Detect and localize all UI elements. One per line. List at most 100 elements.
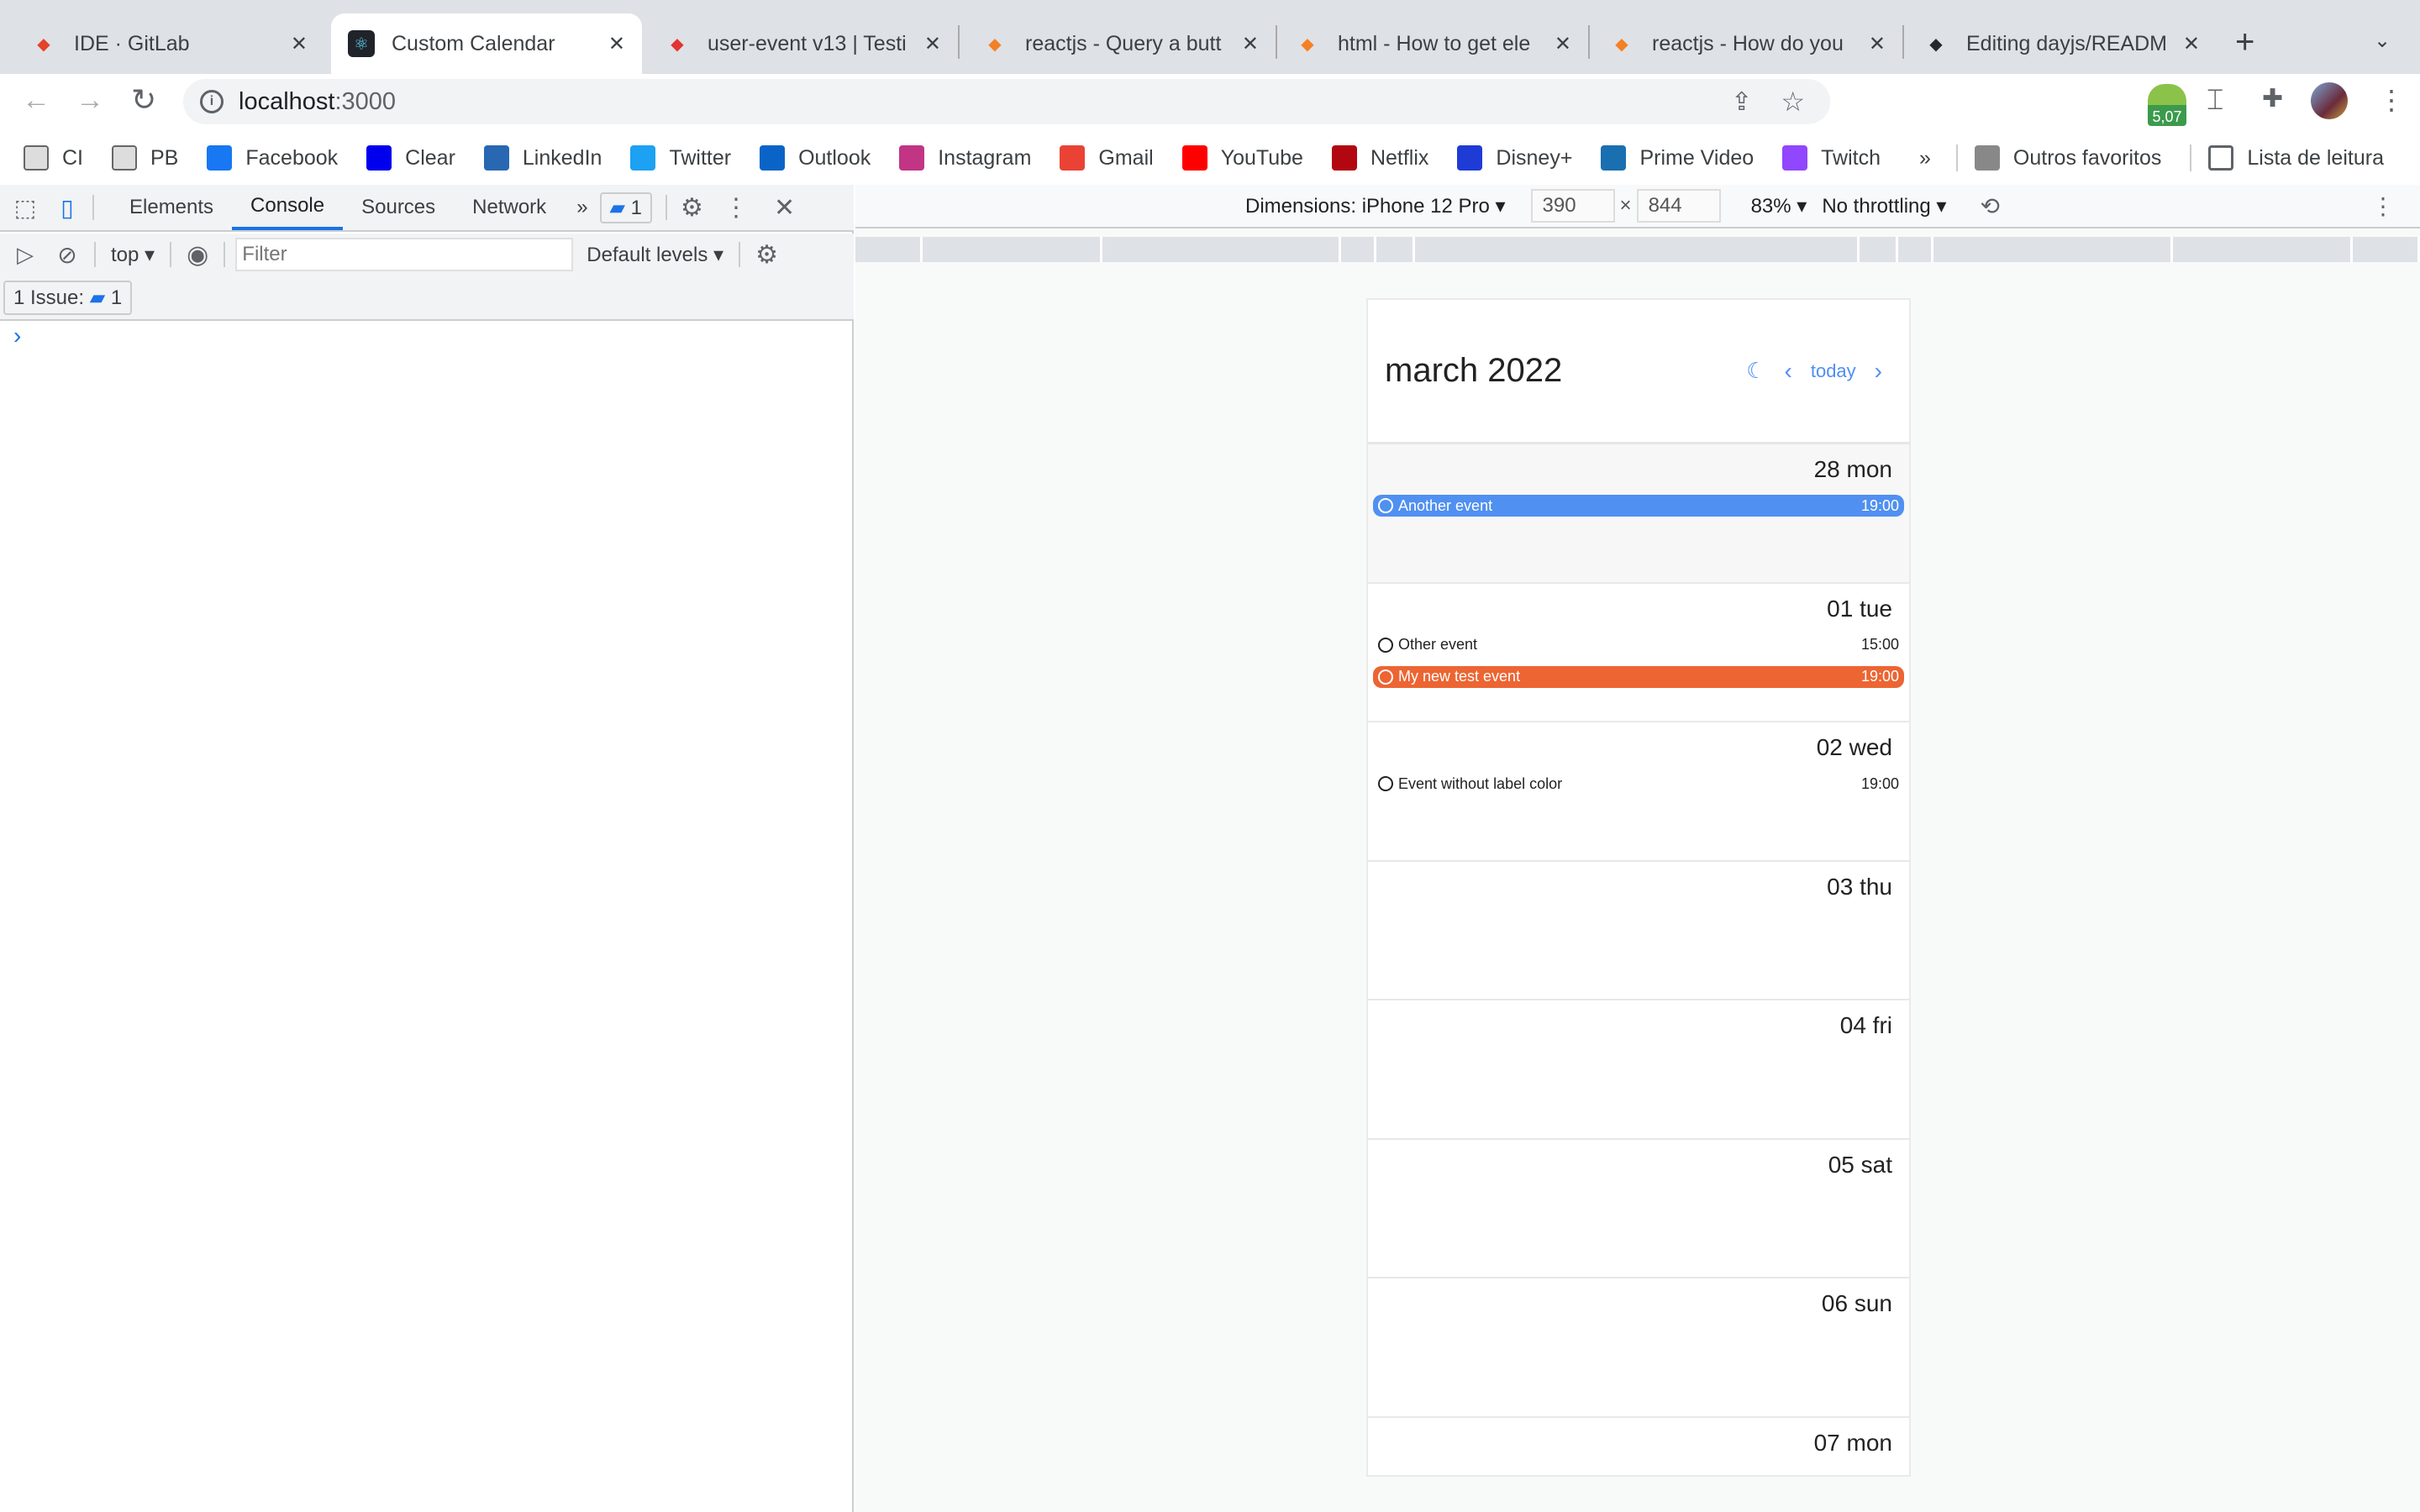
bookmark-instagram[interactable]: Instagram	[899, 145, 1031, 171]
today-button[interactable]: today	[1811, 360, 1856, 382]
devtools-tabs: Elements Console Sources Network	[111, 185, 565, 230]
event-item[interactable]: My new test event 19:00	[1373, 665, 1904, 688]
inspect-element-icon[interactable]: ⬚	[0, 194, 50, 222]
media-query-segment[interactable]	[1933, 237, 2173, 262]
media-query-segment[interactable]	[1341, 237, 1377, 262]
site-info-icon[interactable]: i	[200, 90, 224, 113]
bookmarks-overflow[interactable]: »	[1919, 146, 1931, 171]
media-query-segment[interactable]	[855, 237, 923, 262]
media-query-segment[interactable]	[2353, 237, 2420, 262]
other-bookmarks[interactable]: Outros favoritos	[1974, 145, 2161, 171]
device-selector[interactable]: Dimensions: iPhone 12 Pro ▾	[1245, 194, 1506, 218]
bookmark-label: YouTube	[1220, 145, 1303, 170]
media-query-segment[interactable]	[1859, 237, 1898, 262]
issues-link[interactable]: 1 Issue: ▰ 1	[3, 280, 133, 315]
browser-tab[interactable]: ◆ reactjs - Query a butt ✕	[965, 13, 1277, 74]
close-tab-icon[interactable]: ✕	[608, 32, 625, 56]
media-query-segment[interactable]	[2172, 237, 2354, 262]
browser-tab[interactable]: ⚛ Custom Calendar ✕	[331, 13, 642, 74]
bookmark-clear[interactable]: Clear	[366, 145, 455, 171]
zoom-selector[interactable]: 83% ▾	[1751, 194, 1807, 218]
bookmark-netflix[interactable]: Netflix	[1331, 145, 1429, 171]
event-item[interactable]: Other event 15:00	[1373, 634, 1904, 656]
new-tab-icon[interactable]: +	[2235, 24, 2254, 61]
media-query-segment[interactable]	[1897, 237, 1933, 262]
clear-console-icon[interactable]: ⊘	[50, 241, 84, 269]
previous-month-chevron-icon[interactable]: ‹	[1785, 358, 1792, 385]
menu-kebab-icon[interactable]: ⋮	[2378, 84, 2405, 116]
log-levels-dropdown[interactable]: Default levels ▾	[587, 243, 723, 267]
device-height-input[interactable]: 844	[1636, 189, 1721, 223]
console-filter-input[interactable]	[235, 238, 574, 271]
close-tab-icon[interactable]: ✕	[924, 32, 941, 56]
close-tab-icon[interactable]: ✕	[1242, 32, 1259, 56]
devtools-tab-sources[interactable]: Sources	[343, 185, 454, 230]
react-icon: ⚛	[348, 30, 375, 57]
context-selector[interactable]: top ▾	[111, 243, 155, 267]
live-expression-eye-icon[interactable]: ◉	[187, 240, 208, 270]
devtools-tab-elements[interactable]: Elements	[111, 185, 232, 230]
bookmark-outlook[interactable]: Outlook	[760, 145, 871, 171]
rotate-icon[interactable]: ⟲	[1980, 192, 1999, 220]
extension-badge[interactable]: 5,07	[2148, 84, 2186, 126]
close-tab-icon[interactable]: ✕	[1869, 32, 1886, 56]
bookmark-prime-video[interactable]: Prime Video	[1601, 145, 1754, 171]
next-month-chevron-icon[interactable]: ›	[1875, 358, 1882, 385]
event-item[interactable]: Event without label color 19:00	[1373, 773, 1904, 795]
reload-icon[interactable]: ↻	[131, 82, 156, 118]
bookmark-ci[interactable]: CI	[24, 145, 83, 171]
back-icon[interactable]: ←	[22, 84, 50, 117]
console-settings-icon[interactable]: ⚙	[755, 240, 778, 270]
address-bar[interactable]: i localhost:3000 ⇪ ☆	[183, 79, 1830, 124]
tab-search-chevron-icon[interactable]: ⌄	[2374, 29, 2391, 53]
day-label: 06 sun	[1821, 1290, 1892, 1316]
bookmark-twitch[interactable]: Twitch	[1782, 145, 1881, 171]
profile-avatar[interactable]	[2311, 82, 2348, 119]
browser-tab[interactable]: ◆ Editing dayjs/READM ✕	[1906, 13, 2217, 74]
more-tabs[interactable]: »	[576, 196, 587, 219]
devtools-menu-icon[interactable]: ⋮	[723, 193, 749, 223]
bookmark-youtube[interactable]: YouTube	[1181, 145, 1303, 171]
bookmark-star-icon[interactable]: ☆	[1781, 86, 1805, 118]
close-devtools-icon[interactable]: ✕	[774, 193, 795, 223]
throttling-selector[interactable]: No throttling ▾	[1822, 194, 1946, 218]
media-query-segment[interactable]	[922, 237, 1103, 262]
device-width-input[interactable]: 390	[1530, 189, 1615, 223]
share-icon[interactable]: ⇪	[1731, 87, 1752, 117]
close-tab-icon[interactable]: ✕	[2183, 32, 2200, 56]
issues-button[interactable]: ▰ 1	[599, 192, 653, 223]
device-menu-icon[interactable]: ⋮	[2371, 192, 2395, 220]
forward-icon[interactable]: →	[76, 84, 104, 117]
media-query-segment[interactable]	[1415, 237, 1860, 262]
tab-strip: ◆ IDE · GitLab ✕ ⚛ Custom Calendar ✕ ◆ user-eve…	[0, 0, 2420, 74]
event-item[interactable]: Another event 19:00	[1373, 495, 1904, 517]
bookmark-disney-[interactable]: Disney+	[1457, 145, 1572, 171]
bookmark-label: Netflix	[1370, 145, 1429, 170]
devtools-tab-console[interactable]: Console	[232, 185, 344, 230]
sidebar-toggle-icon[interactable]: ▷	[0, 242, 50, 268]
media-query-segment[interactable]	[1376, 237, 1416, 262]
device-toolbar-icon[interactable]: ▯	[50, 194, 84, 222]
bookmark-gmail[interactable]: Gmail	[1060, 145, 1154, 171]
bookmark-twitter[interactable]: Twitter	[630, 145, 731, 171]
close-tab-icon[interactable]: ✕	[291, 32, 308, 56]
browser-tab[interactable]: ◆ user-event v13 | Testi ✕	[647, 13, 960, 74]
bookmark-linkedin[interactable]: LinkedIn	[483, 145, 602, 171]
ruler-extension-icon[interactable]: ⌶	[2207, 84, 2223, 117]
browser-tab[interactable]: ◆ IDE · GitLab ✕	[13, 13, 324, 74]
devtools-tab-network[interactable]: Network	[454, 185, 565, 230]
settings-gear-icon[interactable]: ⚙	[681, 193, 703, 223]
event-circle-icon	[1378, 669, 1393, 685]
event-time: 15:00	[1860, 636, 1899, 653]
media-query-bar[interactable]	[855, 237, 2420, 262]
dark-mode-moon-icon[interactable]: ☾	[1746, 358, 1765, 384]
media-query-segment[interactable]	[1102, 237, 1342, 262]
close-tab-icon[interactable]: ✕	[1555, 32, 1571, 56]
bookmark-pb[interactable]: PB	[112, 145, 178, 171]
extensions-puzzle-icon[interactable]: ✚	[2262, 84, 2283, 113]
bookmark-facebook[interactable]: Facebook	[207, 145, 338, 171]
browser-tab[interactable]: ◆ html - How to get ele ✕	[1277, 13, 1590, 74]
browser-tab[interactable]: ◆ reactjs - How do you ✕	[1591, 13, 1904, 74]
reading-list[interactable]: Lista de leitura	[2208, 145, 2384, 171]
console-prompt[interactable]: ›	[13, 323, 21, 349]
